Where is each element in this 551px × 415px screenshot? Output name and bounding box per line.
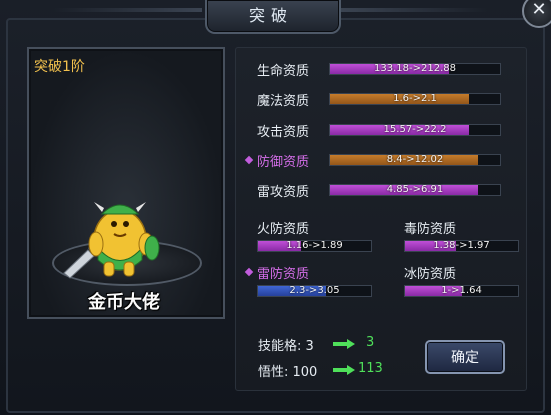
arrow-right-icon	[333, 339, 355, 349]
breakthrough-level-label: 突破1阶	[34, 59, 85, 75]
stat-value-text: 2.3->3.05	[289, 285, 340, 296]
stat-value-text: 1.38->1.97	[433, 240, 490, 251]
stat-value-text: 1->1.64	[441, 285, 482, 296]
stat-label: 毒防资质	[404, 222, 457, 237]
stat-progress-bar: 1.16->1.89	[257, 240, 372, 252]
stat-label: 生命资质	[257, 64, 310, 79]
stat-label: 雷攻资质	[257, 185, 310, 200]
stat-progress-bar: 15.57->22.2	[329, 124, 501, 136]
stat-progress-bar: 8.4->12.02	[329, 154, 501, 166]
stat-progress-bar: 1.38->1.97	[404, 240, 519, 252]
stat-progress-bar: 2.3->3.05	[257, 285, 372, 297]
character-name: 金币大佬	[88, 292, 160, 313]
stat-label: 火防资质	[257, 222, 310, 237]
character-image	[63, 202, 160, 279]
stat-progress-bar: 1->1.64	[404, 285, 519, 297]
comprehension-new-value: 113	[358, 361, 383, 376]
stat-label: 魔法资质	[257, 94, 310, 109]
arrow-right-icon	[333, 365, 355, 375]
skill-slots-new-value: 3	[366, 335, 375, 350]
stat-label: 防御资质	[257, 155, 310, 170]
stat-value-text: 4.85->6.91	[386, 184, 444, 195]
stat-value-text: 8.4->12.02	[386, 154, 444, 165]
stat-value-text: 1.16->1.89	[286, 240, 343, 251]
stat-value-text: 133.18->212.88	[374, 63, 456, 74]
stat-value-text: 1.6->2.1	[393, 93, 437, 104]
header-ornament-right	[339, 8, 489, 12]
confirm-button[interactable]: 确定	[425, 340, 505, 374]
stat-label: 攻击资质	[257, 125, 310, 140]
close-icon: ✕	[531, 0, 547, 20]
stat-progress-bar: 133.18->212.88	[329, 63, 501, 75]
stat-label: 冰防资质	[404, 267, 457, 282]
skill-slots-label: 技能格: 3	[258, 339, 314, 354]
comprehension-label: 悟性: 100	[258, 365, 318, 380]
window-title: 突破	[248, 6, 293, 25]
stat-progress-bar: 4.85->6.91	[329, 184, 501, 196]
stat-label: 雷防资质	[257, 267, 310, 282]
stat-progress-bar: 1.6->2.1	[329, 93, 501, 105]
stat-value-text: 15.57->22.2	[383, 124, 447, 135]
header-ornament-left	[52, 8, 202, 12]
